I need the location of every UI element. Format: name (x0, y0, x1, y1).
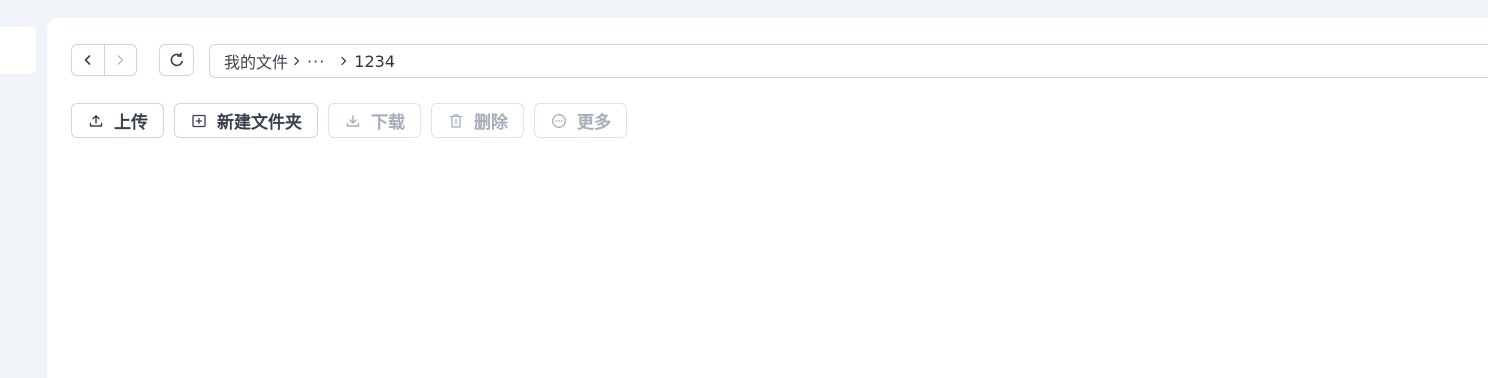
upload-button[interactable]: 上传 (71, 103, 164, 138)
sidebar-card (0, 27, 36, 74)
history-nav-group (71, 44, 137, 76)
delete-label: 删除 (474, 113, 508, 133)
upload-icon (88, 113, 104, 129)
delete-button[interactable]: 删除 (431, 103, 524, 138)
back-button[interactable] (72, 45, 104, 75)
path-bar[interactable]: 我的文件 ··· 1234 (209, 44, 1488, 78)
file-browser-panel: 我的文件 ··· 1234 上传 新建文件夹 下载 删除 更多 (47, 18, 1488, 378)
download-button[interactable]: 下载 (328, 103, 421, 138)
new-folder-button[interactable]: 新建文件夹 (174, 103, 318, 138)
forward-button[interactable] (103, 45, 137, 75)
more-label: 更多 (577, 113, 611, 133)
chevron-right-icon (118, 55, 124, 65)
more-button[interactable]: 更多 (534, 103, 627, 138)
download-icon (345, 113, 361, 129)
more-circle-icon (551, 113, 567, 129)
toolbar: 上传 新建文件夹 下载 删除 更多 (71, 103, 627, 138)
refresh-button[interactable] (159, 44, 194, 76)
breadcrumb-current: 1234 (354, 51, 395, 71)
upload-label: 上传 (114, 113, 148, 133)
download-label: 下载 (371, 113, 405, 133)
breadcrumb-separator-icon (293, 56, 301, 66)
breadcrumb-root[interactable]: 我的文件 (224, 49, 288, 73)
refresh-icon (170, 52, 183, 67)
folder-plus-icon (191, 113, 207, 129)
chevron-left-icon (84, 55, 91, 65)
breadcrumb-separator-icon (340, 56, 348, 66)
trash-icon (448, 113, 464, 129)
new-folder-label: 新建文件夹 (217, 113, 302, 133)
breadcrumb-ellipsis[interactable]: ··· (307, 52, 325, 71)
